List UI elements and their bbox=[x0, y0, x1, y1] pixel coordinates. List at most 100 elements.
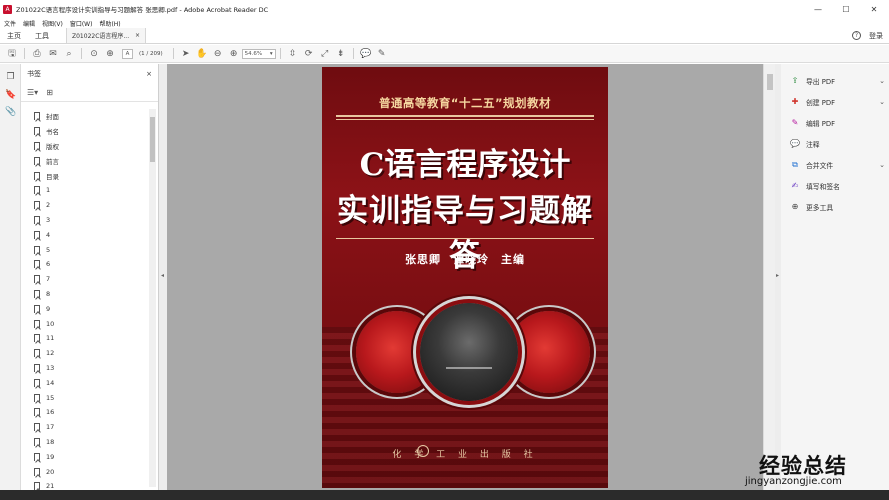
bookmark-label: 19 bbox=[46, 452, 55, 461]
bookmarks-scrollbar[interactable] bbox=[149, 109, 156, 487]
bookmarks-scroll-thumb[interactable] bbox=[150, 117, 155, 162]
maximize-button[interactable]: ☐ bbox=[833, 0, 859, 18]
bookmarks-icon[interactable]: 🔖 bbox=[5, 90, 16, 101]
scroll-mode-icon[interactable]: ⇟ bbox=[333, 47, 349, 61]
minimize-button[interactable]: — bbox=[805, 0, 831, 18]
tool-item[interactable]: 💬 注释 bbox=[790, 137, 885, 151]
bookmark-item[interactable]: 5 bbox=[21, 242, 149, 257]
bookmark-item[interactable]: 版权 bbox=[21, 139, 149, 154]
bookmark-item[interactable]: 目录 bbox=[21, 168, 149, 183]
zoom-in-icon[interactable]: ⊕ bbox=[226, 47, 242, 61]
bookmark-item[interactable]: 4 bbox=[21, 227, 149, 242]
menu-window[interactable]: 窗口(W) bbox=[70, 19, 93, 28]
bookmark-item[interactable]: 12 bbox=[21, 346, 149, 361]
comment-tool-icon[interactable]: 💬 bbox=[358, 47, 374, 61]
bookmark-item[interactable]: 前言 bbox=[21, 153, 149, 168]
bookmark-options-icon[interactable]: ☰▾ bbox=[27, 88, 38, 97]
menu-edit[interactable]: 编辑 bbox=[23, 19, 35, 28]
tool-item[interactable]: ✎ 编辑 PDF bbox=[790, 116, 885, 130]
tool-item[interactable]: ✍ 填写和签名 bbox=[790, 179, 885, 193]
tool-item[interactable]: ✚ 创建 PDF ⌄ bbox=[790, 95, 885, 109]
bookmark-icon bbox=[34, 452, 40, 461]
bookmark-item[interactable]: 封面 bbox=[21, 109, 149, 124]
bookmark-label: 9 bbox=[46, 304, 51, 313]
page-number-input[interactable]: A bbox=[122, 48, 133, 59]
document-scroll-thumb[interactable] bbox=[767, 74, 773, 90]
bookmark-icon bbox=[34, 393, 40, 402]
chevron-down-icon[interactable]: ⌄ bbox=[879, 77, 885, 85]
email-icon[interactable]: ✉ bbox=[45, 47, 61, 61]
bookmark-icon bbox=[34, 437, 40, 446]
page-up-icon[interactable]: ⊙ bbox=[86, 47, 102, 61]
save-icon[interactable]: 🖫 bbox=[4, 47, 20, 61]
tool-label: 编辑 PDF bbox=[806, 120, 835, 128]
toolbar-divider bbox=[352, 48, 354, 59]
chevron-down-icon[interactable]: ⌄ bbox=[879, 161, 885, 169]
bookmark-label: 7 bbox=[46, 275, 51, 284]
search-icon[interactable]: ⌕ bbox=[61, 47, 77, 61]
tab-close-icon[interactable]: × bbox=[135, 32, 140, 39]
tool-label: 注释 bbox=[806, 141, 820, 149]
tab-document[interactable]: Z01022C语言程序... × bbox=[66, 28, 146, 43]
select-cursor-icon[interactable]: ➤ bbox=[178, 47, 194, 61]
tool-item[interactable]: ⧉ 合并文件 ⌄ bbox=[790, 158, 885, 172]
bookmark-item[interactable]: 20 bbox=[21, 464, 149, 479]
print-icon[interactable]: ⎙ bbox=[29, 47, 45, 61]
collapse-left-icon[interactable]: ◂ bbox=[161, 272, 164, 279]
page-down-icon[interactable]: ⊕ bbox=[102, 47, 118, 61]
bookmark-item[interactable]: 14 bbox=[21, 375, 149, 390]
tab-home[interactable]: 主页 bbox=[0, 28, 28, 43]
collapse-right-icon[interactable]: ▸ bbox=[776, 272, 779, 279]
zoom-select[interactable]: 54.6% ▾ bbox=[241, 48, 276, 59]
bookmark-item[interactable]: 18 bbox=[21, 435, 149, 450]
bookmark-icon bbox=[34, 467, 40, 476]
bookmarks-close-icon[interactable]: × bbox=[146, 70, 152, 78]
bookmark-item[interactable]: 6 bbox=[21, 257, 149, 272]
bookmark-item[interactable]: 19 bbox=[21, 449, 149, 464]
bookmark-icon bbox=[34, 156, 40, 165]
page-thumbnails-icon[interactable]: ❐ bbox=[5, 72, 16, 83]
hand-tool-icon[interactable]: ✋ bbox=[194, 47, 210, 61]
bookmark-item[interactable]: 11 bbox=[21, 331, 149, 346]
bookmark-icon bbox=[34, 289, 40, 298]
bookmark-item[interactable]: 8 bbox=[21, 287, 149, 302]
cover-rule-bottom bbox=[336, 238, 594, 239]
bookmark-item[interactable]: 3 bbox=[21, 213, 149, 228]
full-screen-icon[interactable]: ⤢ bbox=[317, 47, 333, 61]
acrobat-app-icon: A bbox=[3, 4, 12, 14]
login-button[interactable]: 登录 bbox=[869, 31, 883, 41]
bookmark-item[interactable]: 17 bbox=[21, 420, 149, 435]
document-scrollbar[interactable] bbox=[763, 64, 775, 490]
bookmark-label: 21 bbox=[46, 482, 55, 490]
zoom-out-icon[interactable]: ⊖ bbox=[210, 47, 226, 61]
bookmark-icon bbox=[34, 423, 40, 432]
left-pane-splitter[interactable]: ◂ bbox=[159, 64, 167, 490]
bookmark-item[interactable]: 21 bbox=[21, 479, 149, 490]
bookmark-item[interactable]: 10 bbox=[21, 316, 149, 331]
document-view[interactable]: 普通高等教育“十二五”规划教材 C语言程序设计 实训指导与习题解答 张思卿 谭晓… bbox=[167, 64, 763, 490]
menu-help[interactable]: 帮助(H) bbox=[99, 19, 120, 28]
highlight-pen-icon[interactable]: ✎ bbox=[374, 47, 390, 61]
bookmark-item[interactable]: 书名 bbox=[21, 124, 149, 139]
bookmark-list: 封面 书名 版权 前言 目录 1 2 3 4 5 6 7 8 9 10 11 12 13 14 15 16 17 18 19 2… bbox=[21, 109, 149, 490]
help-icon[interactable]: ? bbox=[852, 31, 861, 40]
toolbar: 🖫 ⎙ ✉ ⌕ ⊙ ⊕ A (1 / 209) ➤ ✋ ⊖ ⊕ 54.6% ▾ … bbox=[0, 45, 889, 63]
tab-tools[interactable]: 工具 bbox=[28, 28, 56, 43]
fit-page-icon[interactable]: ⇳ bbox=[285, 47, 301, 61]
menu-file[interactable]: 文件 bbox=[4, 19, 16, 28]
tool-item[interactable]: ⇪ 导出 PDF ⌄ bbox=[790, 74, 885, 88]
bookmark-item[interactable]: 15 bbox=[21, 390, 149, 405]
attachments-icon[interactable]: 📎 bbox=[5, 107, 16, 118]
close-button[interactable]: ✕ bbox=[861, 0, 887, 18]
bookmark-item[interactable]: 16 bbox=[21, 405, 149, 420]
bookmark-item[interactable]: 9 bbox=[21, 301, 149, 316]
bookmark-item[interactable]: 2 bbox=[21, 198, 149, 213]
bookmark-item[interactable]: 13 bbox=[21, 361, 149, 376]
bookmark-item[interactable]: 7 bbox=[21, 272, 149, 287]
menu-view[interactable]: 视图(V) bbox=[42, 19, 63, 28]
bookmark-item[interactable]: 1 bbox=[21, 183, 149, 198]
new-bookmark-icon[interactable]: ⊞ bbox=[46, 88, 53, 97]
rotate-icon[interactable]: ⟳ bbox=[301, 47, 317, 61]
chevron-down-icon[interactable]: ⌄ bbox=[879, 98, 885, 106]
tool-item[interactable]: ⊕ 更多工具 bbox=[790, 200, 885, 214]
